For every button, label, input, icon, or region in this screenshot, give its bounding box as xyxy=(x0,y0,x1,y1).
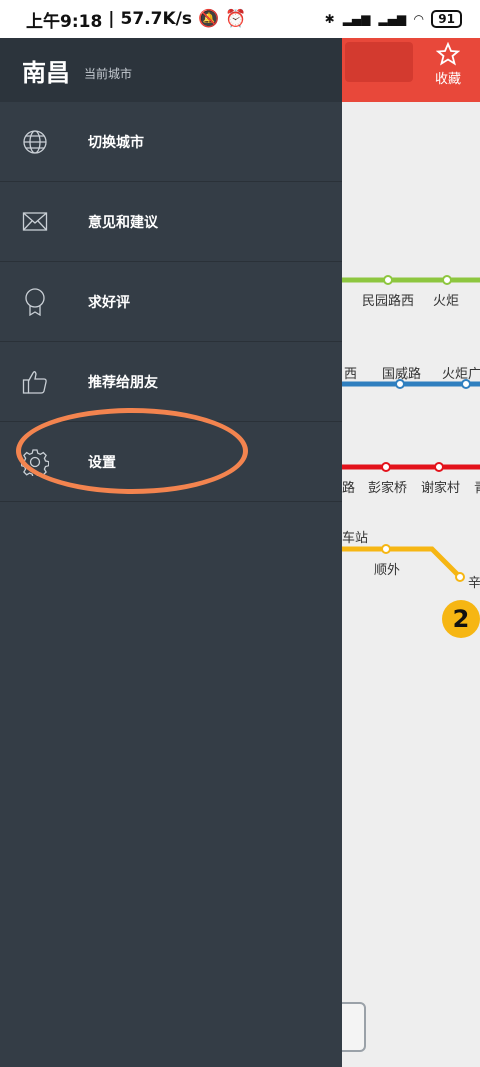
battery-indicator: 91 xyxy=(431,10,462,28)
alarm-icon: ⏰ xyxy=(225,9,247,29)
envelope-icon xyxy=(20,207,50,237)
menu-item-feedback[interactable]: 意见和建议 xyxy=(0,182,342,262)
drawer-header: 南昌 当前城市 xyxy=(0,38,342,102)
station-label: 辛 xyxy=(468,576,480,591)
menu-item-label: 求好评 xyxy=(88,294,130,311)
favorite-label: 收藏 xyxy=(434,72,461,87)
current-city: 南昌 xyxy=(22,58,70,87)
station-label: 西 xyxy=(344,367,358,382)
status-network-speed: 57.7K/s xyxy=(120,9,192,29)
status-time: 上午9:18 xyxy=(26,11,103,32)
current-city-subtitle: 当前城市 xyxy=(84,66,133,81)
station-dot xyxy=(442,275,452,285)
award-icon xyxy=(20,287,50,317)
line-2-badge[interactable]: 2 xyxy=(442,600,480,638)
station-label: 民园路西 xyxy=(362,294,415,309)
station-label: 彭家桥 xyxy=(368,481,408,496)
wifi-icon: ◠ xyxy=(414,12,424,26)
menu-item-label: 推荐给朋友 xyxy=(88,374,158,391)
yellow-line xyxy=(342,546,462,579)
station-dot xyxy=(381,544,391,554)
menu-item-label: 意见和建议 xyxy=(88,214,158,231)
menu-item-switch-city[interactable]: 切换城市 xyxy=(0,102,342,182)
globe-icon xyxy=(20,127,50,157)
station-label: 路 xyxy=(342,481,356,496)
station-dot xyxy=(383,275,393,285)
metro-map[interactable]: 民园路西 火炬 西 国威路 火炬广 路 彭家桥 谢家村 青 车站 顺外 辛 xyxy=(342,102,480,1067)
bluetooth-icon: ✱ xyxy=(324,12,335,26)
highlight-circle xyxy=(16,408,248,494)
station-dot xyxy=(434,462,444,472)
star-icon xyxy=(436,42,460,66)
station-label: 顺外 xyxy=(374,563,401,578)
menu-item-label: 切换城市 xyxy=(88,134,144,151)
search-bar[interactable] xyxy=(345,42,413,82)
station-label: 国威路 xyxy=(382,367,422,382)
metro-lines xyxy=(342,275,480,582)
station-label: 车站 xyxy=(342,531,369,546)
station-label: 火炬广 xyxy=(442,367,480,382)
signal-icon-2: ▂▄▆ xyxy=(378,12,407,26)
station-dot xyxy=(455,572,465,582)
mute-icon: 🔕 xyxy=(197,9,220,29)
signal-icon: ▂▄▆ xyxy=(342,12,371,26)
menu-item-rate[interactable]: 求好评 xyxy=(0,262,342,342)
favorite-button[interactable]: 收藏 xyxy=(418,40,478,88)
station-dot xyxy=(381,462,391,472)
navigation-drawer: 南昌 当前城市 切换城市 意见和建议 求好评 推荐给朋友 设置 xyxy=(0,38,342,1067)
station-label: 谢家村 xyxy=(421,481,461,496)
station-label: 火炬 xyxy=(433,294,460,309)
status-bar: 上午9:18 | 57.7K/s 🔕 ⏰ ✱ ▂▄▆ ▂▄▆ ◠ 91 xyxy=(0,0,480,38)
thumbs-up-icon xyxy=(20,367,50,397)
station-label: 青 xyxy=(474,477,480,496)
